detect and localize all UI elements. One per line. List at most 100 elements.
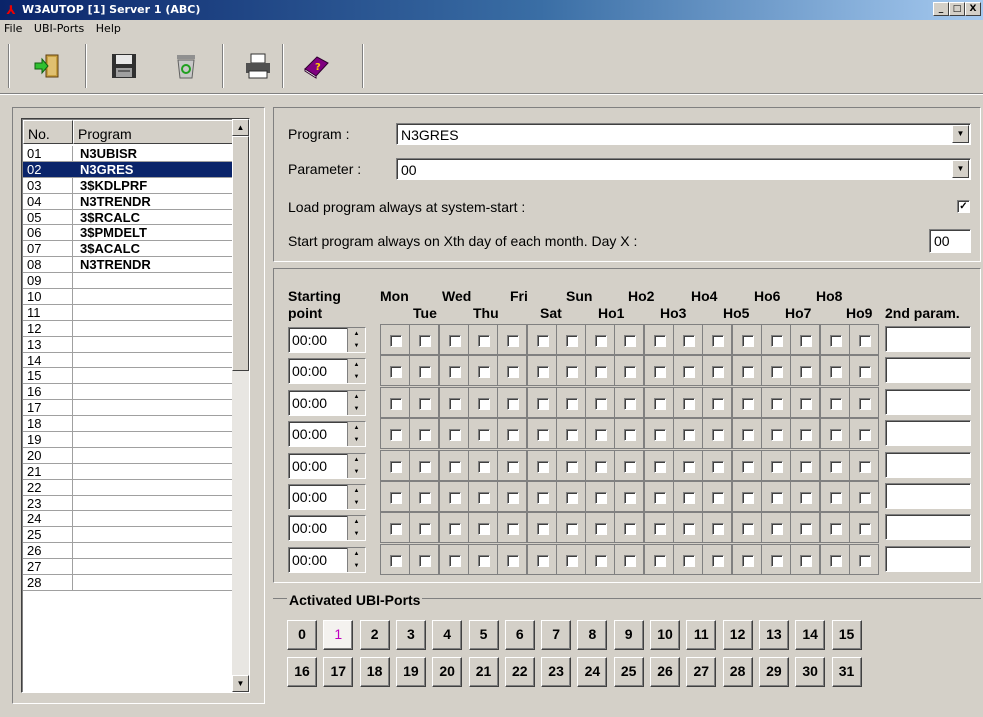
ubi-port-button[interactable]: 26 — [650, 657, 680, 687]
day-checkbox[interactable] — [595, 366, 608, 379]
day-checkbox[interactable] — [741, 429, 754, 442]
day-checkbox[interactable] — [419, 554, 432, 567]
second-param-input[interactable] — [885, 357, 971, 384]
day-checkbox[interactable] — [829, 492, 842, 504]
day-checkbox[interactable] — [683, 335, 695, 347]
day-checkbox[interactable] — [390, 366, 402, 379]
ubi-port-button[interactable]: 4 — [432, 620, 463, 650]
ubi-port-button[interactable]: 12 — [722, 620, 753, 650]
list-item[interactable]: 09 — [23, 273, 233, 290]
load-at-start-checkbox[interactable]: ✓ — [957, 200, 970, 213]
day-checkbox[interactable] — [858, 523, 871, 536]
start-time-spinner[interactable]: 00:00 ▲ ▼ — [288, 515, 366, 542]
ubi-port-button[interactable]: 22 — [504, 657, 535, 687]
day-checkbox[interactable] — [858, 429, 871, 442]
list-item[interactable]: 03 3$KDLPRF — [23, 177, 233, 194]
ubi-port-button[interactable]: 27 — [686, 657, 717, 687]
day-checkbox[interactable] — [565, 523, 578, 536]
day-checkbox[interactable] — [565, 397, 578, 410]
day-checkbox[interactable] — [770, 429, 783, 442]
start-time-spinner[interactable]: 00:00 ▲ ▼ — [288, 327, 366, 353]
day-checkbox[interactable] — [624, 429, 637, 442]
start-time-spinner[interactable]: 00:00 ▲ ▼ — [288, 546, 366, 573]
day-checkbox[interactable] — [858, 335, 871, 347]
day-checkbox[interactable] — [624, 366, 637, 379]
day-checkbox[interactable] — [741, 366, 754, 379]
day-checkbox[interactable] — [770, 492, 783, 504]
second-param-input[interactable] — [885, 420, 971, 447]
list-item[interactable]: 02 N3GRES — [23, 161, 233, 178]
day-checkbox[interactable] — [741, 523, 754, 536]
day-checkbox[interactable] — [800, 460, 813, 473]
day-x-input[interactable]: 00 — [929, 229, 971, 253]
day-checkbox[interactable] — [595, 429, 608, 442]
ubi-port-button[interactable]: 18 — [359, 657, 390, 687]
ubi-port-button[interactable]: 31 — [831, 657, 862, 687]
scroll-down-icon[interactable]: ▼ — [232, 675, 249, 692]
day-checkbox[interactable] — [419, 366, 432, 379]
parameter-select[interactable]: 00 ▼ — [396, 158, 971, 180]
day-checkbox[interactable] — [390, 429, 402, 442]
day-checkbox[interactable] — [507, 335, 520, 347]
printer-icon[interactable] — [240, 48, 276, 84]
day-checkbox[interactable] — [712, 397, 725, 410]
day-checkbox[interactable] — [448, 397, 461, 410]
spinner-arrows-icon[interactable]: ▲ ▼ — [347, 390, 365, 415]
ubi-port-button[interactable]: 15 — [831, 620, 862, 650]
list-item[interactable]: 24 — [23, 511, 233, 528]
day-checkbox[interactable] — [829, 554, 842, 567]
day-checkbox[interactable] — [565, 554, 578, 567]
day-checkbox[interactable] — [624, 335, 637, 347]
close-button[interactable]: X — [965, 2, 981, 16]
ubi-port-button[interactable]: 21 — [468, 657, 499, 687]
menu-file[interactable]: File — [0, 20, 26, 35]
day-checkbox[interactable] — [770, 335, 783, 347]
ubi-port-button[interactable]: 23 — [541, 657, 572, 687]
ubi-port-button[interactable]: 25 — [613, 657, 644, 687]
day-checkbox[interactable] — [536, 554, 549, 567]
list-item[interactable]: 28 — [23, 575, 233, 591]
ubi-port-button[interactable]: 24 — [577, 657, 608, 687]
ubi-port-button[interactable]: 10 — [650, 620, 680, 650]
second-param-input[interactable] — [885, 388, 971, 415]
menu-help[interactable]: Help — [92, 20, 125, 35]
day-checkbox[interactable] — [477, 554, 490, 567]
list-item[interactable]: 06 3$PMDELT — [23, 225, 233, 242]
spinner-arrows-icon[interactable]: ▲ ▼ — [347, 359, 365, 384]
list-item[interactable]: 01 N3UBISR — [23, 146, 233, 162]
list-item[interactable]: 23 — [23, 495, 233, 512]
day-checkbox[interactable] — [712, 335, 725, 347]
day-checkbox[interactable] — [595, 397, 608, 410]
list-item[interactable]: 12 — [23, 320, 233, 337]
ubi-port-button[interactable]: 20 — [432, 657, 463, 687]
day-checkbox[interactable] — [507, 397, 520, 410]
list-item[interactable]: 20 — [23, 447, 233, 464]
ubi-port-button[interactable]: 11 — [686, 620, 717, 650]
list-item[interactable]: 13 — [23, 336, 233, 353]
day-checkbox[interactable] — [536, 460, 549, 473]
menu-ubi-ports[interactable]: UBI-Ports — [30, 20, 88, 35]
day-checkbox[interactable] — [448, 335, 461, 347]
spinner-arrows-icon[interactable]: ▲ ▼ — [347, 328, 365, 352]
day-checkbox[interactable] — [800, 397, 813, 410]
day-checkbox[interactable] — [741, 460, 754, 473]
start-time-spinner[interactable]: 00:00 ▲ ▼ — [288, 421, 366, 448]
list-item[interactable]: 25 — [23, 527, 233, 544]
day-checkbox[interactable] — [477, 492, 490, 504]
restore-button[interactable]: □ — [949, 2, 965, 16]
day-checkbox[interactable] — [800, 492, 813, 504]
day-checkbox[interactable] — [858, 460, 871, 473]
ubi-port-button[interactable]: 3 — [395, 620, 426, 650]
day-checkbox[interactable] — [653, 554, 666, 567]
day-checkbox[interactable] — [419, 523, 432, 536]
day-checkbox[interactable] — [536, 397, 549, 410]
day-checkbox[interactable] — [565, 460, 578, 473]
spinner-arrows-icon[interactable]: ▲ ▼ — [347, 485, 365, 509]
day-checkbox[interactable] — [800, 366, 813, 379]
ubi-port-button[interactable]: 16 — [287, 657, 317, 687]
day-checkbox[interactable] — [741, 335, 754, 347]
second-param-input[interactable] — [885, 483, 971, 509]
ubi-port-button[interactable]: 0 — [287, 620, 317, 650]
ubi-port-button[interactable]: 19 — [395, 657, 426, 687]
day-checkbox[interactable] — [448, 492, 461, 504]
